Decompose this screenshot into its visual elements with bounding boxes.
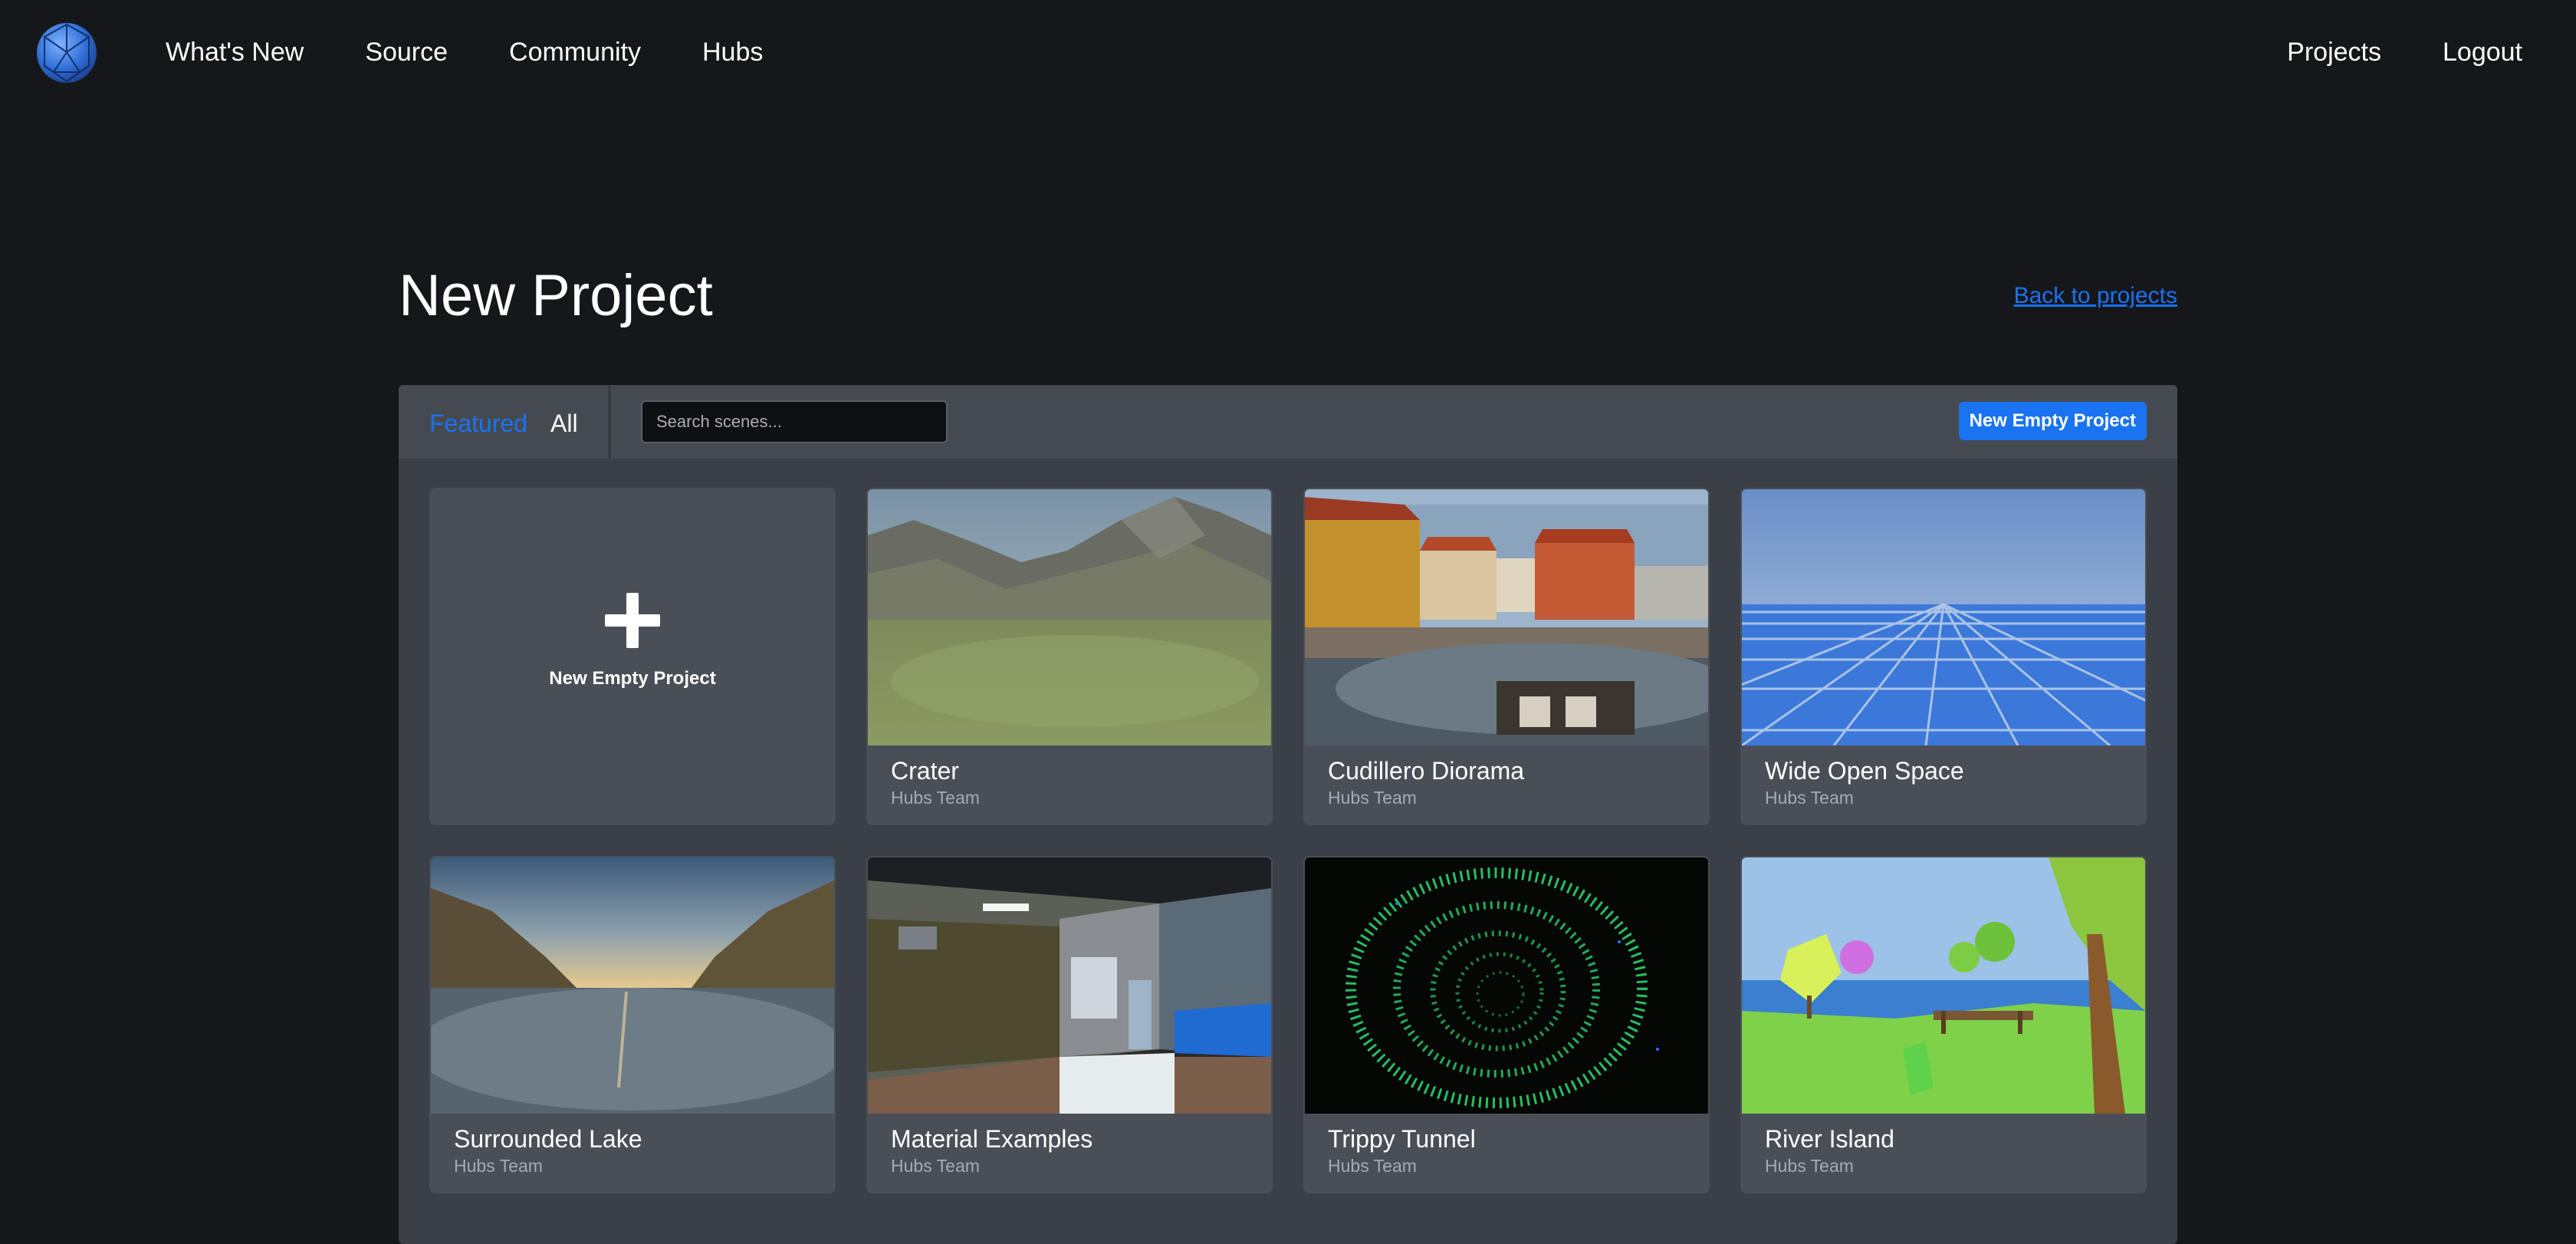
tab-all[interactable]: All bbox=[550, 405, 578, 442]
nav-link-logout[interactable]: Logout bbox=[2443, 34, 2522, 71]
primary-nav: What's New Source Community Hubs bbox=[166, 34, 763, 71]
nav-link-source[interactable]: Source bbox=[365, 34, 448, 71]
scene-card-crater[interactable]: Crater Hubs Team bbox=[866, 488, 1273, 825]
top-navigation: What's New Source Community Hubs Project… bbox=[0, 0, 2576, 107]
scene-card-cudillero-diorama[interactable]: Cudillero Diorama Hubs Team bbox=[1303, 488, 1710, 825]
scene-thumbnail-trippy-tunnel bbox=[1305, 857, 1708, 1114]
scene-thumbnail-wide-open-space bbox=[1742, 489, 2145, 745]
plus-icon bbox=[605, 593, 660, 648]
back-to-projects-link[interactable]: Back to projects bbox=[2014, 281, 2177, 311]
scene-author: Hubs Team bbox=[1328, 788, 1417, 808]
page-title: New Project bbox=[399, 263, 713, 328]
toolbar-divider bbox=[609, 385, 610, 459]
scene-toolbar: Featured All New Empty Project bbox=[399, 385, 2177, 459]
scene-thumbnail-material-examples bbox=[868, 857, 1271, 1114]
search-scenes-input[interactable] bbox=[641, 400, 948, 443]
scene-card-trippy-tunnel[interactable]: Trippy Tunnel Hubs Team bbox=[1303, 856, 1710, 1193]
scene-browser-panel: Featured All New Empty Project New Empty… bbox=[399, 385, 2177, 1244]
nav-link-community[interactable]: Community bbox=[509, 34, 641, 71]
scene-title: Material Examples bbox=[891, 1125, 1093, 1153]
account-nav: Projects Logout bbox=[2287, 34, 2522, 71]
tab-featured[interactable]: Featured bbox=[429, 405, 527, 442]
scene-thumbnail-river-island bbox=[1742, 857, 2145, 1114]
scene-title: Cudillero Diorama bbox=[1328, 757, 1525, 785]
scene-card-river-island[interactable]: River Island Hubs Team bbox=[1740, 856, 2147, 1193]
scene-card-wide-open-space[interactable]: Wide Open Space Hubs Team bbox=[1740, 488, 2147, 825]
scene-grid: New Empty Project Crater Hubs Team Cudil… bbox=[429, 488, 2147, 1193]
new-empty-project-label: New Empty Project bbox=[549, 668, 716, 689]
nav-link-projects[interactable]: Projects bbox=[2287, 34, 2381, 71]
scene-author: Hubs Team bbox=[891, 1156, 980, 1176]
scene-title: Surrounded Lake bbox=[454, 1125, 642, 1153]
scene-author: Hubs Team bbox=[1765, 1156, 1854, 1176]
scene-title: River Island bbox=[1765, 1125, 1894, 1153]
scene-card-surrounded-lake[interactable]: Surrounded Lake Hubs Team bbox=[429, 856, 836, 1193]
scene-author: Hubs Team bbox=[891, 788, 980, 808]
scene-title: Trippy Tunnel bbox=[1328, 1125, 1476, 1153]
scene-thumbnail-surrounded-lake bbox=[431, 857, 834, 1114]
scene-thumbnail-crater bbox=[868, 489, 1271, 745]
scene-thumbnail-cudillero-diorama bbox=[1305, 489, 1708, 745]
scene-card-material-examples[interactable]: Material Examples Hubs Team bbox=[866, 856, 1273, 1193]
nav-link-whats-new[interactable]: What's New bbox=[166, 34, 304, 71]
scene-title: Crater bbox=[891, 757, 959, 785]
scene-author: Hubs Team bbox=[1765, 788, 1854, 808]
spoke-logo-icon[interactable] bbox=[35, 21, 98, 84]
new-empty-project-card[interactable]: New Empty Project bbox=[429, 488, 836, 825]
new-empty-project-button[interactable]: New Empty Project bbox=[1958, 402, 2147, 440]
scene-author: Hubs Team bbox=[1328, 1156, 1417, 1176]
scene-title: Wide Open Space bbox=[1765, 757, 1964, 785]
scene-author: Hubs Team bbox=[454, 1156, 543, 1176]
nav-link-hubs[interactable]: Hubs bbox=[702, 34, 763, 71]
